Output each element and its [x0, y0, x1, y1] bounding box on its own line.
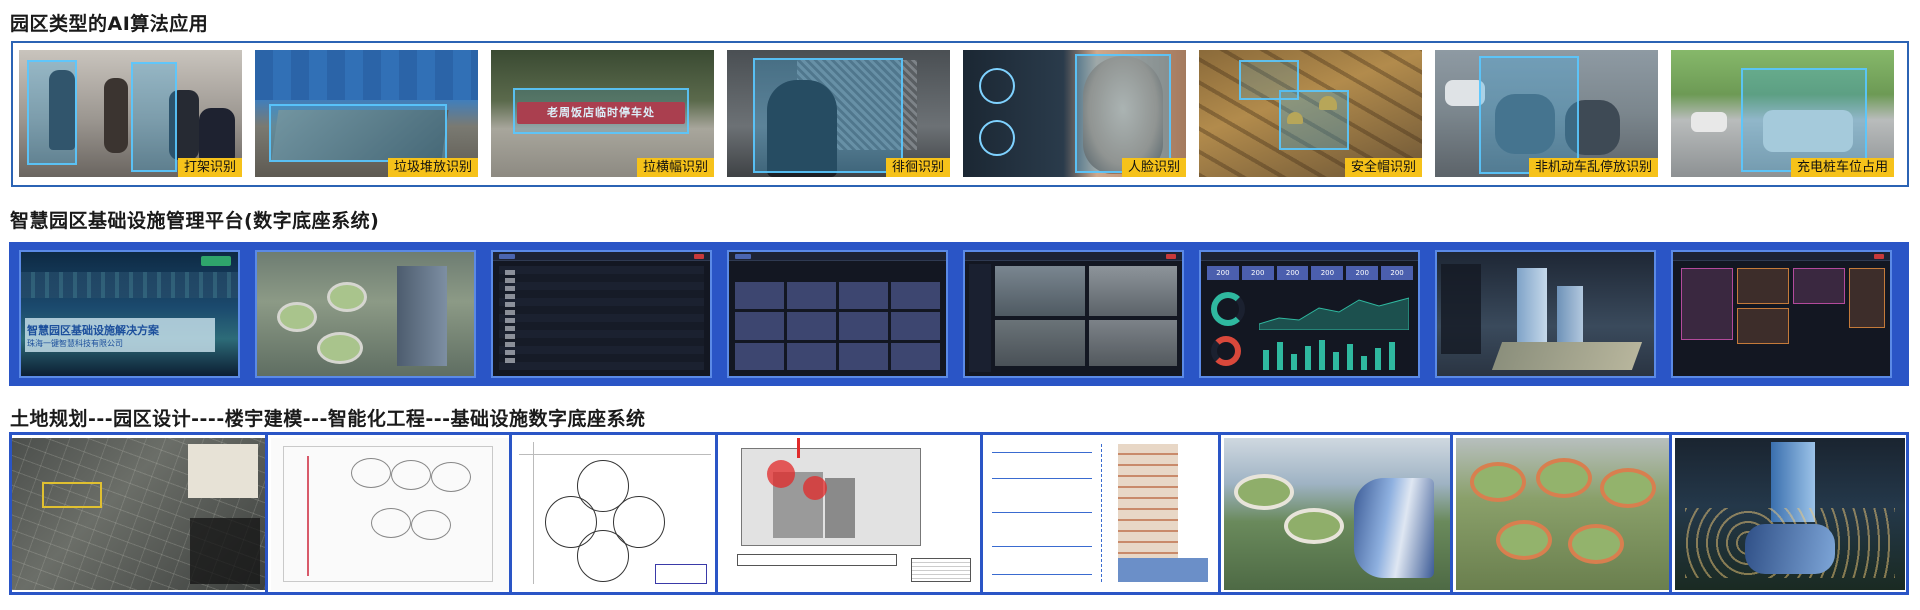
hotspot-marker — [767, 460, 795, 488]
detection-box — [1479, 56, 1579, 174]
building-section-elevation[interactable] — [986, 438, 1218, 590]
ai-card-charging-spot[interactable]: 充电桩车位占用 — [1671, 50, 1894, 177]
detection-box — [27, 60, 77, 165]
campus-rendering-day[interactable] — [1224, 438, 1450, 590]
cover-heading: 智慧园区基础设施解决方案 — [27, 324, 159, 337]
stat-tile: 200 — [1276, 266, 1309, 280]
stat-tile: 200 — [1311, 266, 1344, 280]
detection-box — [269, 104, 447, 162]
section-title-ai-algorithms: 园区类型的AI算法应用 — [10, 13, 209, 35]
detection-box — [1239, 60, 1299, 100]
platform-screen-statistics[interactable]: 200 200 200 200 200 200 — [1199, 250, 1420, 378]
detection-box — [1741, 68, 1867, 172]
clover-floor-plan[interactable] — [515, 438, 715, 590]
ai-card-label: 打架识别 — [177, 158, 242, 177]
building-floor-layout[interactable] — [721, 438, 980, 590]
platform-screen-camera-grid[interactable] — [727, 250, 948, 378]
ai-card-banner[interactable]: 老周饭店临时停车处 拉横幅识别 — [491, 50, 714, 177]
campus-rendering-night[interactable] — [1675, 438, 1905, 590]
platform-screens-strip: 智慧园区基础设施解决方案 珠海一键智慧科技有限公司 200 200 200 20… — [9, 242, 1909, 386]
stat-tile: 200 — [1381, 266, 1413, 280]
ai-card-face[interactable]: 人脸识别 — [963, 50, 1186, 177]
cover-company: 珠海一键智慧科技有限公司 — [27, 339, 123, 348]
ai-card-garbage[interactable]: 垃圾堆放识别 — [255, 50, 478, 177]
ai-card-label: 安全帽识别 — [1344, 158, 1422, 177]
ai-card-label: 拉横幅识别 — [636, 158, 714, 177]
platform-screen-device-table[interactable] — [491, 250, 712, 378]
stat-tile: 200 — [1207, 266, 1239, 280]
ai-card-label: 徘徊识别 — [885, 158, 950, 177]
area-chart-icon — [1259, 297, 1409, 330]
ai-card-label: 人脸识别 — [1121, 158, 1186, 177]
land-planning-map[interactable] — [12, 438, 265, 590]
detection-box — [131, 62, 177, 172]
detection-box — [753, 58, 903, 173]
site-boundary-icon — [42, 482, 102, 508]
hotspot-marker — [803, 476, 827, 500]
platform-screen-alarm-panel[interactable] — [1671, 250, 1892, 378]
campus-site-plan[interactable] — [271, 438, 509, 590]
platform-screen-3d-campus[interactable] — [255, 250, 476, 378]
detection-box — [1075, 54, 1171, 173]
platform-screen-cover[interactable]: 智慧园区基础设施解决方案 珠海一键智慧科技有限公司 — [19, 250, 240, 378]
stat-tile: 200 — [1346, 266, 1379, 280]
ai-card-bike-parking[interactable]: 非机动车乱停放识别 — [1435, 50, 1658, 177]
planning-chain-strip — [9, 432, 1909, 595]
section-title-planning-chain: 土地规划---园区设计----楼宇建模---智能化工程---基础设施数字底座系统 — [10, 408, 646, 430]
campus-rendering-aerial[interactable] — [1456, 438, 1669, 590]
platform-screen-building-3d[interactable] — [1435, 250, 1656, 378]
ai-algorithm-gallery: 打架识别 垃圾堆放识别 老周饭店临时停车处 拉横幅识别 徘徊识别 人脸识别 安全… — [11, 41, 1909, 187]
section-title-platform: 智慧园区基础设施管理平台(数字底座系统) — [10, 210, 380, 232]
logo-icon — [201, 256, 231, 266]
bar-chart-icon — [1263, 340, 1395, 370]
ai-card-fight[interactable]: 打架识别 — [19, 50, 242, 177]
stat-tile: 200 — [1241, 266, 1274, 280]
ai-card-label: 非机动车乱停放识别 — [1528, 158, 1658, 177]
ai-card-label: 充电桩车位占用 — [1790, 158, 1894, 177]
ai-card-helmet[interactable]: 安全帽识别 — [1199, 50, 1422, 177]
platform-screen-video-monitor[interactable] — [963, 250, 1184, 378]
donut-chart-icon — [1211, 292, 1245, 326]
ai-card-loitering[interactable]: 徘徊识别 — [727, 50, 950, 177]
donut-chart-icon — [1211, 336, 1241, 366]
detection-box — [513, 88, 689, 134]
ai-card-label: 垃圾堆放识别 — [387, 158, 478, 177]
